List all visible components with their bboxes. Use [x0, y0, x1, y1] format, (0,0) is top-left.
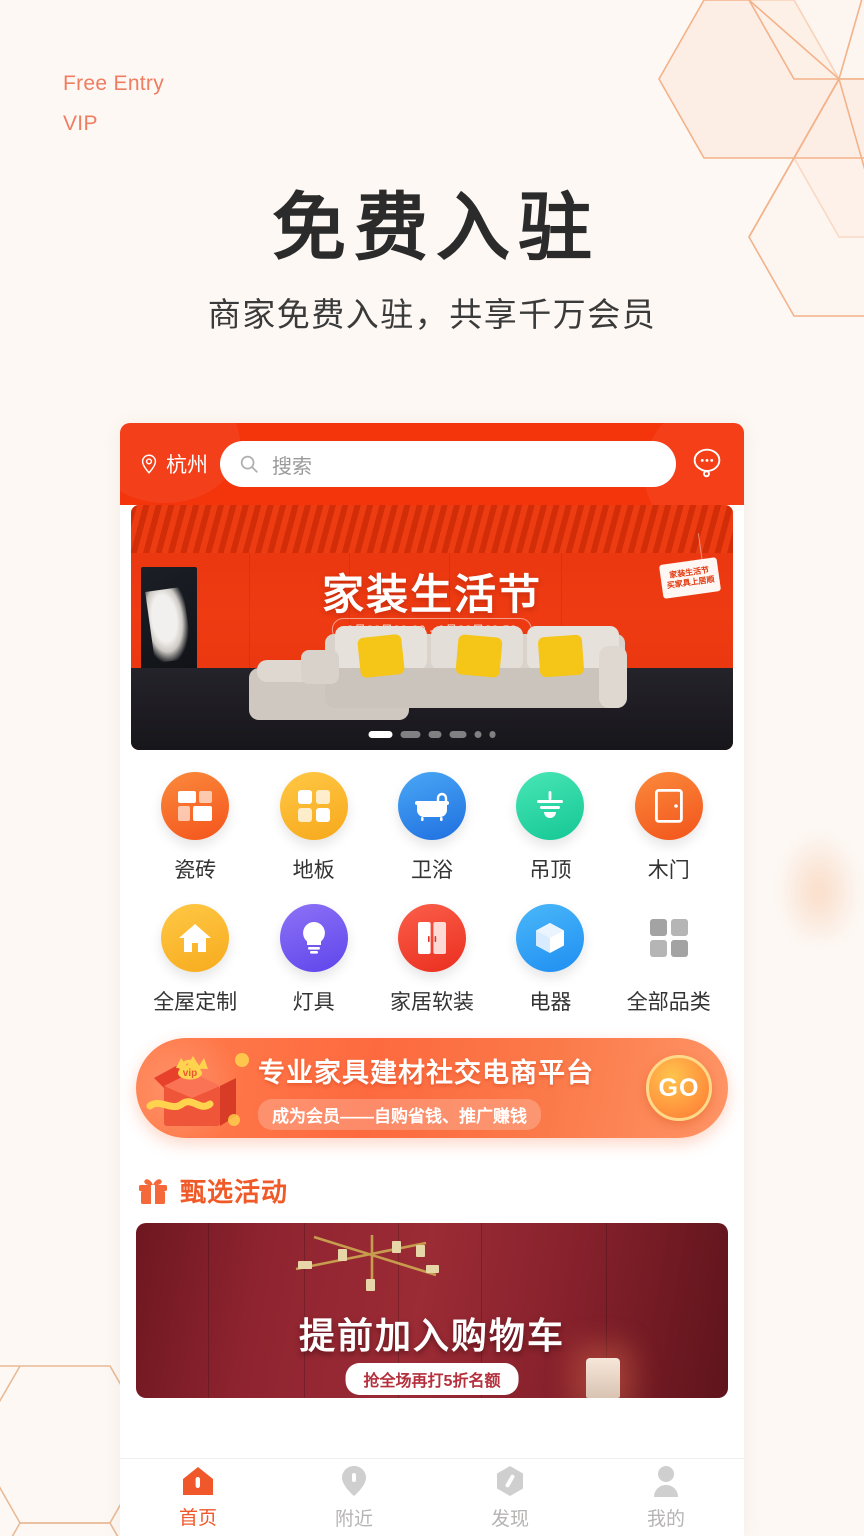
floor-grid-icon	[279, 772, 348, 840]
vip-banner-text: 专业家具建材社交电商平台 成为会员——自购省钱、推广赚钱	[258, 1051, 594, 1130]
carousel-dot[interactable]	[449, 731, 467, 738]
category-label: 灯具	[292, 991, 335, 1014]
promo-card-wrapper: 提前加入购物车 抢全场再打5折名额	[120, 1223, 744, 1398]
category-label: 全屋定制	[153, 991, 238, 1014]
category-label: 家居软装	[389, 991, 474, 1014]
hero-ceiling-decoration	[131, 505, 733, 553]
tab-label: 我的	[646, 1508, 685, 1530]
customer-service-button[interactable]	[688, 443, 726, 486]
soft-glow-decoration	[778, 830, 860, 940]
section-header: 甄选活动	[120, 1138, 744, 1223]
sofa-illustration	[249, 626, 627, 720]
vip-banner-wrapper: vip 专业家具建材社交电商平台 成为会员——自购省钱、推广赚钱 GO	[120, 1024, 744, 1138]
gift-box-icon: vip	[146, 1053, 249, 1126]
tab-label: 附近	[334, 1508, 373, 1530]
tab-mine[interactable]: 我的	[588, 1465, 744, 1531]
person-icon	[654, 1465, 678, 1497]
wardrobe-icon	[397, 904, 466, 972]
eyebrow-text: Free Entry VIP	[63, 64, 164, 144]
app-header: 杭州 搜索	[120, 423, 744, 505]
phone-mockup: 杭州 搜索 家装生活节 9月20日00:00 - 9月22日23:59 家装生活…	[120, 423, 744, 1536]
hexagon-pattern-decoration	[658, 0, 864, 317]
promo-card[interactable]: 提前加入购物车 抢全场再打5折名额	[136, 1223, 728, 1398]
category-item-door[interactable]: 木门	[610, 772, 728, 884]
carousel-dot[interactable]	[474, 731, 482, 738]
vip-banner-subtitle: 成为会员——自购省钱、推广赚钱	[258, 1099, 541, 1130]
category-item-lighting[interactable]: 灯具	[254, 904, 372, 1016]
vip-badge-label: vip	[183, 1068, 197, 1079]
tile-grid-icon	[161, 772, 230, 840]
location-selector[interactable]: 杭州	[138, 449, 208, 479]
tab-discover[interactable]: 发现	[432, 1465, 588, 1531]
category-item-custom-home[interactable]: 全屋定制	[136, 904, 254, 1016]
page-title: 免费入驻	[272, 186, 600, 269]
hexagon-pattern-decoration-bottom	[0, 1365, 140, 1536]
all-grid-icon	[635, 904, 703, 972]
search-input[interactable]: 搜索	[220, 441, 676, 487]
home-icon	[161, 904, 230, 972]
compass-icon	[497, 1465, 523, 1496]
chat-bubble-icon	[693, 448, 721, 477]
poster-page: Free Entry VIP 免费入驻 商家免费入驻，共享千万会员 杭州 搜索	[0, 0, 864, 1536]
bottom-navigation: 首页 附近 发现 我的	[120, 1458, 744, 1536]
location-label: 杭州	[166, 454, 208, 477]
cube-icon	[516, 904, 585, 972]
bathtub-icon	[397, 772, 466, 840]
category-label: 全部品类	[626, 991, 711, 1014]
category-label: 吊顶	[529, 859, 572, 882]
eyebrow-line-1: Free Entry	[63, 72, 165, 95]
tab-home[interactable]: 首页	[120, 1466, 276, 1530]
gift-icon	[139, 1178, 167, 1204]
category-item-ceiling[interactable]: 吊顶	[491, 772, 609, 884]
chandelier-illustration	[295, 1235, 439, 1291]
category-grid: 瓷砖 地板 卫浴 吊顶 木门 全屋定制 灯具 家居软装 电器 全部品类	[120, 750, 744, 1024]
eyebrow-line-2: VIP	[63, 112, 98, 135]
category-item-all[interactable]: 全部品类	[610, 904, 728, 1016]
location-pin-icon	[141, 454, 157, 474]
category-label: 地板	[292, 859, 335, 882]
category-item-tile[interactable]: 瓷砖	[136, 772, 254, 884]
carousel-dot[interactable]	[428, 731, 442, 738]
tab-nearby[interactable]: 附近	[276, 1465, 432, 1531]
go-button[interactable]: GO	[646, 1055, 712, 1121]
category-item-soft-furnishing[interactable]: 家居软装	[373, 904, 491, 1016]
ceiling-lamp-icon	[516, 772, 585, 840]
hero-banner[interactable]: 家装生活节 9月20日00:00 - 9月22日23:59 家装生活节 买家具上…	[131, 505, 733, 750]
tab-label: 首页	[178, 1507, 217, 1529]
category-item-bath[interactable]: 卫浴	[373, 772, 491, 884]
light-bulb-icon	[279, 904, 348, 972]
search-icon	[240, 455, 258, 473]
promo-pill-label: 抢全场再打5折名额	[345, 1363, 519, 1395]
candle-decoration	[586, 1358, 620, 1398]
page-subtitle: 商家免费入驻，共享千万会员	[207, 296, 657, 333]
promo-title: 提前加入购物车	[298, 1315, 565, 1356]
vip-banner[interactable]: vip 专业家具建材社交电商平台 成为会员——自购省钱、推广赚钱 GO	[136, 1038, 728, 1138]
carousel-indicators[interactable]	[368, 731, 496, 738]
category-item-floor[interactable]: 地板	[254, 772, 372, 884]
category-label: 电器	[529, 991, 572, 1014]
category-label: 瓷砖	[174, 859, 217, 882]
pin-icon	[342, 1465, 366, 1496]
carousel-dot[interactable]	[400, 731, 421, 738]
carousel-dot[interactable]	[368, 731, 393, 738]
home-icon	[183, 1466, 213, 1495]
carousel-dot[interactable]	[489, 731, 496, 738]
category-label: 卫浴	[410, 859, 453, 882]
search-placeholder: 搜索	[272, 455, 312, 478]
section-title: 甄选活动	[180, 1177, 289, 1207]
vip-banner-title: 专业家具建材社交电商平台	[258, 1058, 594, 1088]
category-item-appliance[interactable]: 电器	[491, 904, 609, 1016]
category-label: 木门	[647, 859, 690, 882]
door-icon	[634, 772, 703, 840]
tab-label: 发现	[490, 1508, 529, 1530]
